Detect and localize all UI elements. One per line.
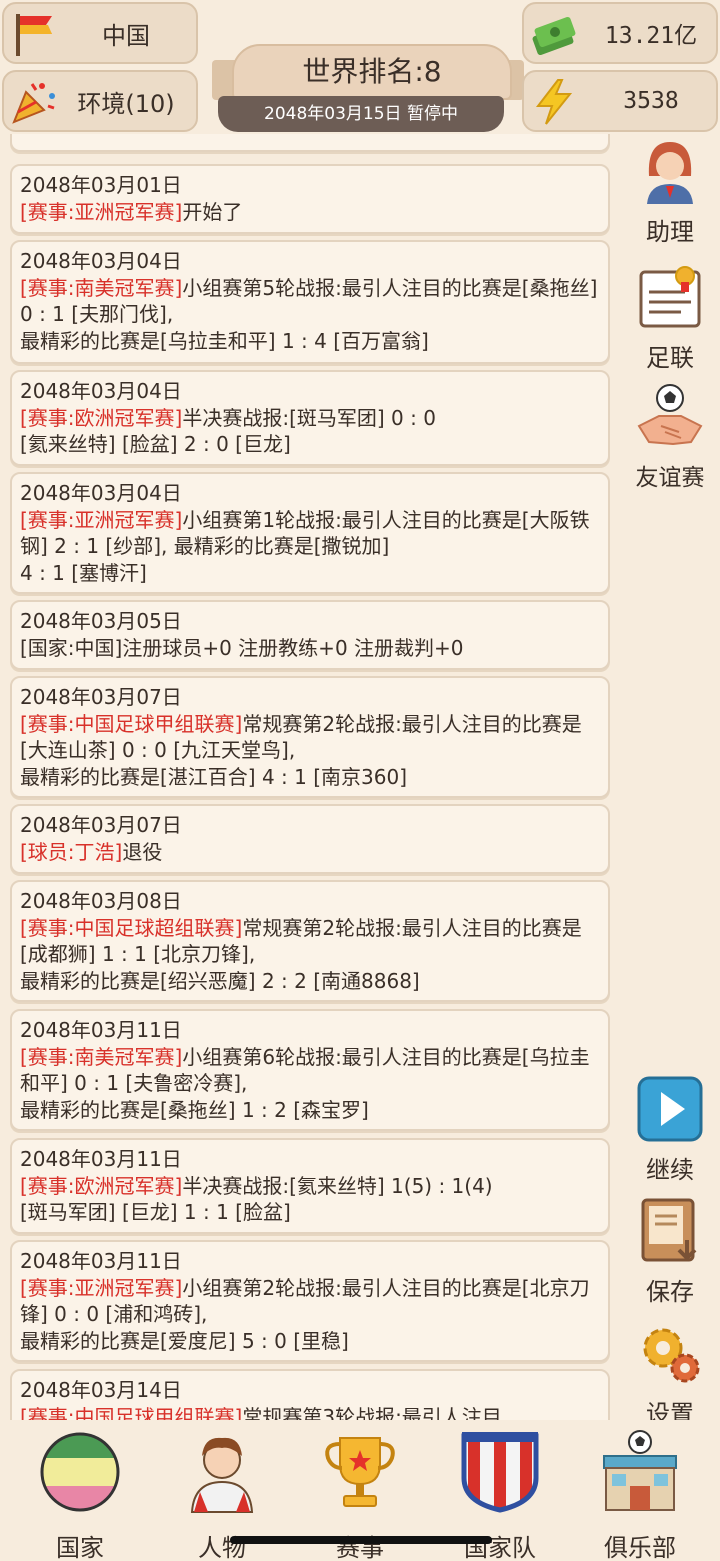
news-tag: [赛事:中国足球超组联赛] bbox=[20, 915, 243, 940]
country-flag-circle-icon bbox=[40, 1432, 120, 1512]
news-feed[interactable]: 2048年03月01日 [赛事:亚洲冠军赛]开始了 2048年03月04日 [赛… bbox=[0, 134, 620, 1420]
trophy-icon bbox=[325, 1437, 395, 1507]
continue-button[interactable]: 继续 bbox=[620, 1074, 720, 1185]
news-date: 2048年03月04日 bbox=[20, 481, 182, 505]
news-date: 2048年03月05日 bbox=[20, 609, 182, 633]
clubhouse-icon bbox=[603, 1430, 677, 1511]
nav-people-label: 人物 bbox=[198, 1534, 246, 1561]
news-card: 2048年03月11日 [赛事:欧洲冠军赛]半决赛战报:[氦来丝特] 1(5) … bbox=[10, 1138, 610, 1234]
nav-country[interactable]: 国家 bbox=[8, 1430, 152, 1561]
news-tag: [球员:丁浩] bbox=[20, 839, 123, 864]
news-date: 2048年03月04日 bbox=[20, 379, 182, 403]
news-date: 2048年03月08日 bbox=[20, 889, 182, 913]
news-tag: [赛事:亚洲冠军赛] bbox=[20, 507, 183, 532]
person-icon bbox=[190, 1437, 254, 1513]
news-card: 2048年03月05日 [国家:中国]注册球员+0 注册教练+0 注册裁判+0 bbox=[10, 600, 610, 670]
news-text: 开始了 bbox=[182, 199, 243, 224]
energy-pill[interactable]: 3538 bbox=[522, 70, 718, 132]
side-menu: 助理 足联 友谊赛 继续 保存 设置 bbox=[620, 134, 720, 1428]
news-text: 常规赛第3轮战报:最引人注目 bbox=[242, 1404, 502, 1421]
environment-pill[interactable]: 环境(10) bbox=[2, 70, 198, 132]
news-card: 2048年03月14日 [赛事:中国足球甲组联赛]常规赛第3轮战报:最引人注目 bbox=[10, 1369, 610, 1420]
money-pill[interactable]: 13.21亿 bbox=[522, 2, 718, 64]
news-tag: [赛事:欧洲冠军赛] bbox=[20, 405, 183, 430]
federation-label: 足联 bbox=[646, 344, 694, 372]
news-tag: [赛事:南美冠军赛] bbox=[20, 275, 183, 300]
certificate-icon bbox=[639, 266, 701, 328]
news-date: 2048年03月07日 bbox=[20, 685, 182, 709]
gears-icon bbox=[643, 1328, 700, 1383]
news-date: 2048年03月11日 bbox=[20, 1249, 182, 1273]
assistant-label: 助理 bbox=[646, 218, 694, 246]
party-popper-icon bbox=[12, 83, 55, 124]
news-tag: [赛事:亚洲冠军赛] bbox=[20, 1275, 183, 1300]
home-indicator bbox=[230, 1536, 492, 1544]
news-card: 2048年03月04日 [赛事:欧洲冠军赛]半决赛战报:[斑马军团] 0 : 0… bbox=[10, 370, 610, 466]
news-date: 2048年03月14日 bbox=[20, 1378, 182, 1402]
save-button[interactable]: 保存 bbox=[620, 1196, 720, 1307]
world-rank-banner: 世界排名:8 bbox=[232, 44, 512, 100]
news-tag: [赛事:中国足球甲组联赛] bbox=[20, 1404, 243, 1421]
nav-club[interactable]: 俱乐部 bbox=[568, 1430, 712, 1561]
save-book-icon bbox=[641, 1198, 697, 1262]
friendly-match-label: 友谊赛 bbox=[635, 465, 705, 491]
news-card: 2048年03月04日 [赛事:亚洲冠军赛]小组赛第1轮战报:最引人注目的比赛是… bbox=[10, 472, 610, 594]
settings-button[interactable]: 设置 bbox=[620, 1318, 720, 1429]
cash-stack-icon bbox=[532, 16, 576, 56]
news-date: 2048年03月01日 bbox=[20, 173, 182, 197]
news-card-cutoff bbox=[10, 134, 610, 152]
news-tag: [赛事:亚洲冠军赛] bbox=[20, 199, 183, 224]
federation-button[interactable]: 足联 bbox=[620, 262, 720, 373]
news-tag: [赛事:中国足球甲组联赛] bbox=[20, 711, 243, 736]
news-card: 2048年03月04日 [赛事:南美冠军赛]小组赛第5轮战报:最引人注目的比赛是… bbox=[10, 240, 610, 364]
assistant-avatar-icon bbox=[647, 142, 693, 204]
news-date: 2048年03月07日 bbox=[20, 813, 182, 837]
assistant-button[interactable]: 助理 bbox=[620, 136, 720, 247]
news-date: 2048年03月11日 bbox=[20, 1147, 182, 1171]
flag-icon bbox=[16, 14, 52, 56]
news-tag: [赛事:南美冠军赛] bbox=[20, 1044, 183, 1069]
news-text: 退役 bbox=[122, 839, 163, 864]
news-card: 2048年03月11日 [赛事:南美冠军赛]小组赛第6轮战报:最引人注目的比赛是… bbox=[10, 1009, 610, 1131]
friendly-match-button[interactable]: 友谊赛 bbox=[620, 382, 720, 492]
top-bar: 中国 环境(10) 世界排名:8 2048年03月15日 暂停中 13.21亿 … bbox=[0, 0, 720, 134]
news-card: 2048年03月08日 [赛事:中国足球超组联赛]常规赛第2轮战报:最引人注目的… bbox=[10, 880, 610, 1002]
energy-value: 3538 bbox=[623, 88, 679, 114]
country-pill[interactable]: 中国 bbox=[2, 2, 198, 64]
news-date: 2048年03月04日 bbox=[20, 249, 182, 273]
country-name: 中国 bbox=[102, 21, 150, 50]
news-card: 2048年03月11日 [赛事:亚洲冠军赛]小组赛第2轮战报:最引人注目的比赛是… bbox=[10, 1240, 610, 1362]
lightning-icon bbox=[535, 79, 573, 125]
save-label: 保存 bbox=[646, 1278, 694, 1306]
shield-stripes-icon bbox=[461, 1432, 539, 1513]
nav-country-label: 国家 bbox=[56, 1534, 104, 1561]
nav-national-team-label: 国家队 bbox=[464, 1534, 536, 1561]
news-card: 2048年03月07日 [赛事:中国足球甲组联赛]常规赛第2轮战报:最引人注目的… bbox=[10, 676, 610, 798]
play-icon bbox=[637, 1076, 703, 1142]
continue-label: 继续 bbox=[646, 1156, 694, 1184]
money-value: 13.21亿 bbox=[604, 23, 698, 49]
news-card: 2048年03月07日 [球员:丁浩]退役 bbox=[10, 804, 610, 874]
news-card: 2048年03月01日 [赛事:亚洲冠军赛]开始了 bbox=[10, 164, 610, 234]
handshake-ball-icon bbox=[637, 384, 703, 446]
nav-club-label: 俱乐部 bbox=[604, 1534, 676, 1561]
news-date: 2048年03月11日 bbox=[20, 1018, 182, 1042]
date-status-banner: 2048年03月15日 暂停中 bbox=[218, 96, 504, 132]
news-tag: [赛事:欧洲冠军赛] bbox=[20, 1173, 183, 1198]
news-text: [国家:中国]注册球员+0 注册教练+0 注册裁判+0 bbox=[20, 635, 464, 660]
environment-label: 环境(10) bbox=[77, 89, 175, 118]
nav-events-label: 赛事 bbox=[336, 1534, 384, 1561]
